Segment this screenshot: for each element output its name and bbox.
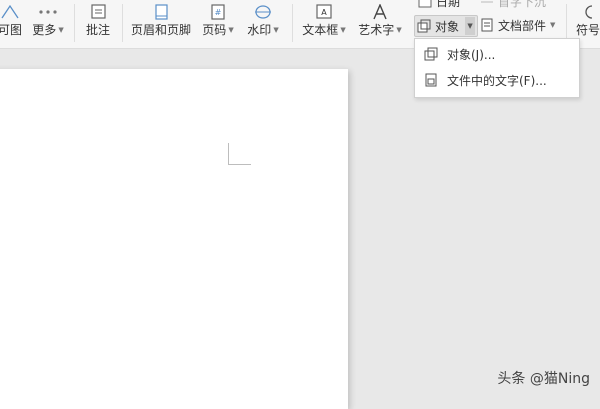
chevron-down-icon: ▼ [273, 25, 279, 34]
dropcap-button[interactable]: 首字下沉 [480, 0, 546, 11]
comment-label: 批注 [85, 23, 110, 37]
chevron-down-icon: ▼ [228, 25, 234, 34]
object-icon [417, 19, 431, 33]
symbol-label: 符号 [575, 23, 600, 37]
watermark-label: 水印 [247, 23, 272, 37]
divider [292, 4, 293, 42]
object-button[interactable]: 对象 ▼ [414, 15, 479, 37]
textbox-button[interactable]: A 文本框 ▼ [300, 0, 348, 48]
header-footer-label: 页眉和页脚 [130, 23, 191, 37]
more-dots-icon [37, 0, 59, 20]
menu-item-object[interactable]: 对象(J)... [415, 42, 579, 66]
divider [122, 4, 123, 42]
wordart-label: 艺术字 [358, 23, 395, 37]
chevron-down-icon: ▼ [58, 25, 64, 34]
shapes-label: 可图 [0, 23, 23, 37]
svg-text:A: A [321, 8, 327, 17]
divider [566, 4, 567, 42]
page-number-icon: # [208, 0, 228, 20]
text-from-file-icon [415, 73, 447, 87]
object-dropdown-menu: 对象(J)... 文件中的文字(F)... [414, 38, 580, 98]
date-button[interactable]: 日期 [418, 0, 460, 11]
document-page[interactable] [0, 69, 348, 409]
page-number-button[interactable]: # 页码 ▼ [200, 0, 236, 48]
header-footer-button[interactable]: 页眉和页脚 [130, 0, 192, 48]
dropcap-label: 首字下沉 [498, 0, 547, 9]
chevron-down-icon[interactable]: ▼ [465, 17, 476, 35]
chevron-down-icon: ▼ [340, 25, 346, 34]
wordart-icon [370, 0, 390, 20]
shapes-button[interactable]: 可图 [0, 0, 22, 48]
more-button[interactable]: 更多 ▼ [30, 0, 66, 48]
comment-button[interactable]: 批注 [82, 0, 114, 48]
menu-item-text-from-file-label: 文件中的文字(F)... [447, 73, 547, 88]
chevron-down-icon: ▼ [396, 25, 402, 34]
header-footer-icon [151, 0, 171, 20]
document-parts-icon [481, 18, 493, 32]
calendar-icon [418, 0, 432, 8]
docparts-button[interactable]: 文档部件 ▼ [480, 15, 555, 35]
divider [74, 4, 75, 42]
textbox-label: 文本框 [302, 23, 339, 37]
menu-item-object-label: 对象(J)... [447, 47, 496, 62]
menu-item-text-from-file[interactable]: 文件中的文字(F)... [415, 68, 579, 92]
svg-text:#: # [215, 8, 222, 17]
page-margin-corner-mark [228, 143, 251, 165]
page-number-label: 页码 [202, 23, 227, 37]
wordart-button[interactable]: 艺术字 ▼ [356, 0, 404, 48]
chevron-down-icon: ▼ [550, 21, 556, 29]
symbol-icon [578, 0, 598, 20]
watermark-button[interactable]: 水印 ▼ [244, 0, 282, 48]
more-label: 更多 [32, 23, 57, 37]
textbox-icon: A [314, 0, 334, 20]
docparts-label: 文档部件 [498, 18, 547, 33]
watermark-text: 头条 @猫Ning [497, 371, 590, 387]
date-label: 日期 [436, 0, 461, 9]
object-label: 对象 [435, 19, 460, 34]
dropcap-icon [481, 1, 493, 3]
shapes-icon [0, 0, 20, 20]
comment-icon [88, 0, 108, 20]
object-icon [415, 47, 447, 61]
watermark-icon [253, 0, 273, 20]
